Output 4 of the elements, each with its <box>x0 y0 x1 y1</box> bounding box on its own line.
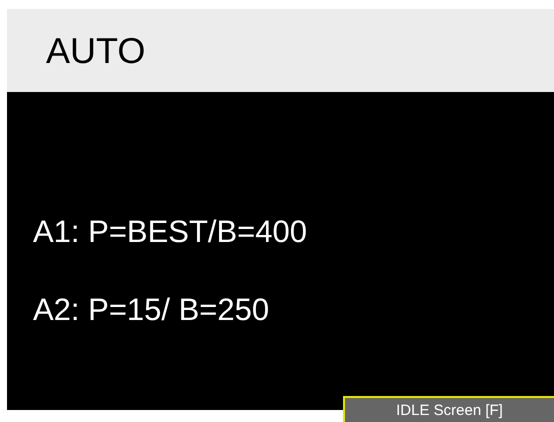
parameter-line: A2: P=15/ B=250 <box>33 292 270 328</box>
parameter-line: A1: P=BEST/B=400 <box>33 214 308 250</box>
screen-title: AUTO <box>46 30 146 72</box>
status-label: IDLE Screen [F] <box>343 396 554 422</box>
